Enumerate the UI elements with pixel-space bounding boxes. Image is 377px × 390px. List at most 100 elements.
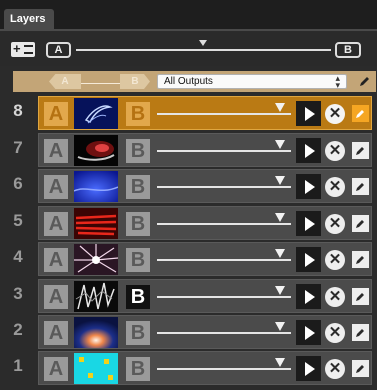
- clear-button[interactable]: ✕: [325, 214, 345, 234]
- slider-handle[interactable]: [275, 213, 285, 222]
- slider-handle[interactable]: [275, 103, 285, 112]
- layer-body: A B ✕: [38, 133, 372, 167]
- layer-opacity-slider[interactable]: [157, 223, 291, 225]
- edit-button[interactable]: [352, 251, 369, 268]
- tab-divider: [0, 29, 377, 31]
- layer-body: A B ✕: [38, 279, 372, 313]
- clear-button[interactable]: ✕: [325, 323, 345, 343]
- edit-button[interactable]: [352, 178, 369, 195]
- slider-handle[interactable]: [275, 176, 285, 185]
- master-crossfader-handle[interactable]: [199, 40, 207, 46]
- add-layer-button[interactable]: +: [11, 41, 35, 57]
- play-button[interactable]: [296, 247, 321, 272]
- layer-thumbnail[interactable]: [74, 135, 118, 166]
- layer-row-5[interactable]: 5 A B ✕: [0, 205, 377, 241]
- tab-strip: Layers: [0, 0, 377, 30]
- layer-opacity-slider[interactable]: [157, 186, 291, 188]
- play-button[interactable]: [296, 211, 321, 236]
- layer-thumbnail[interactable]: [74, 281, 118, 312]
- layer-number: 7: [13, 138, 23, 157]
- clear-button[interactable]: ✕: [325, 177, 345, 197]
- play-button[interactable]: [296, 356, 321, 381]
- layer-b-button[interactable]: B: [126, 248, 150, 272]
- layer-thumbnail[interactable]: [74, 353, 118, 384]
- layer-thumbnail[interactable]: [74, 171, 118, 202]
- layer-b-button[interactable]: B: [126, 175, 150, 199]
- layer-body: A B ✕: [38, 242, 372, 276]
- layer-b-button[interactable]: B: [126, 102, 150, 126]
- output-a-button[interactable]: A: [49, 74, 81, 89]
- layer-number: 5: [13, 211, 23, 230]
- clear-button[interactable]: ✕: [325, 359, 345, 379]
- slider-handle[interactable]: [275, 140, 285, 149]
- layer-a-button[interactable]: A: [44, 102, 68, 126]
- layer-b-button[interactable]: B: [126, 285, 150, 309]
- clear-button[interactable]: ✕: [325, 104, 345, 124]
- layer-row-6[interactable]: 6 A B ✕: [0, 168, 377, 204]
- layer-a-button[interactable]: A: [44, 212, 68, 236]
- layer-opacity-slider[interactable]: [157, 259, 291, 261]
- master-a-label[interactable]: A: [46, 42, 71, 58]
- master-crossfader-track[interactable]: [76, 49, 331, 51]
- slider-handle[interactable]: [275, 249, 285, 258]
- master-b-label[interactable]: B: [335, 42, 361, 58]
- output-connector-line: [81, 83, 121, 84]
- clear-button[interactable]: ✕: [325, 141, 345, 161]
- layer-number: 1: [13, 356, 23, 375]
- edit-button[interactable]: [352, 324, 369, 341]
- output-routing-row: A B All Outputs ▴ ▾: [13, 71, 376, 92]
- layer-thumbnail[interactable]: [74, 317, 118, 348]
- output-select[interactable]: All Outputs ▴ ▾: [157, 74, 347, 90]
- clear-button[interactable]: ✕: [325, 250, 345, 270]
- play-button[interactable]: [296, 284, 321, 309]
- slider-handle[interactable]: [275, 322, 285, 331]
- edit-button[interactable]: [352, 288, 369, 305]
- layer-body: A B ✕: [38, 169, 372, 203]
- layer-row-3[interactable]: 3 A B ✕: [0, 278, 377, 314]
- layer-a-button[interactable]: A: [44, 357, 68, 381]
- layer-a-button[interactable]: A: [44, 285, 68, 309]
- layer-a-button[interactable]: A: [44, 175, 68, 199]
- layer-row-1[interactable]: 1 A B ✕: [0, 350, 377, 386]
- layer-a-button[interactable]: A: [44, 139, 68, 163]
- layer-b-button[interactable]: B: [126, 321, 150, 345]
- tab-layers[interactable]: Layers: [4, 9, 54, 30]
- layer-b-button[interactable]: B: [126, 357, 150, 381]
- layer-opacity-slider[interactable]: [157, 113, 291, 115]
- layer-row-7[interactable]: 7 A B ✕: [0, 132, 377, 168]
- layer-b-button[interactable]: B: [126, 212, 150, 236]
- layer-thumbnail[interactable]: [74, 208, 118, 239]
- slider-handle[interactable]: [275, 286, 285, 295]
- layer-thumbnail[interactable]: [74, 244, 118, 275]
- layer-a-button[interactable]: A: [44, 321, 68, 345]
- pencil-icon[interactable]: [357, 74, 372, 89]
- layer-row-4[interactable]: 4 A B ✕: [0, 241, 377, 277]
- play-button[interactable]: [296, 174, 321, 199]
- play-button[interactable]: [296, 320, 321, 345]
- layer-number: 3: [13, 284, 23, 303]
- edit-button[interactable]: [352, 360, 369, 377]
- play-button[interactable]: [296, 138, 321, 163]
- slider-handle[interactable]: [275, 358, 285, 367]
- layer-opacity-slider[interactable]: [157, 296, 291, 298]
- layer-body: A B ✕: [38, 351, 372, 385]
- layer-thumbnail[interactable]: [74, 98, 118, 129]
- layer-b-button[interactable]: B: [126, 139, 150, 163]
- output-b-button[interactable]: B: [120, 74, 150, 89]
- layer-number: 8: [13, 101, 23, 120]
- clear-button[interactable]: ✕: [325, 287, 345, 307]
- edit-button[interactable]: [352, 142, 369, 159]
- layer-opacity-slider[interactable]: [157, 332, 291, 334]
- layers-icon: [24, 45, 33, 54]
- layer-opacity-slider[interactable]: [157, 150, 291, 152]
- layer-row-2[interactable]: 2 A B ✕: [0, 314, 377, 350]
- layer-row-8[interactable]: 8 A B ✕: [0, 95, 377, 131]
- layer-body: A B ✕: [38, 206, 372, 240]
- edit-button[interactable]: [352, 215, 369, 232]
- edit-button[interactable]: [352, 105, 369, 122]
- master-crossfader-row: + A B: [0, 32, 377, 66]
- layer-a-button[interactable]: A: [44, 248, 68, 272]
- play-button[interactable]: [296, 101, 321, 126]
- layer-opacity-slider[interactable]: [157, 368, 291, 370]
- layer-body: A B ✕: [38, 96, 372, 130]
